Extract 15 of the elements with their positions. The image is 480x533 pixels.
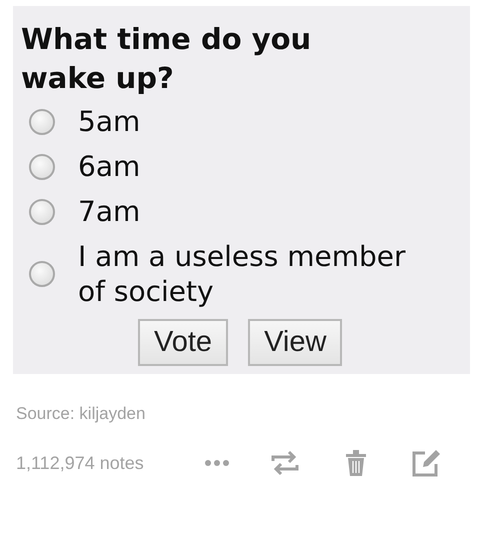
radio-button[interactable] (29, 154, 55, 180)
trash-icon[interactable] (345, 449, 367, 477)
radio-button[interactable] (29, 108, 55, 134)
view-button[interactable]: View (248, 319, 342, 366)
poll-question: What time do you wake up? (21, 21, 312, 97)
option-label[interactable]: 7am (78, 194, 418, 229)
reblog-icon[interactable] (270, 449, 300, 477)
vote-button[interactable]: Vote (138, 319, 228, 366)
option-label[interactable]: I am a useless member of society (78, 239, 418, 309)
radio-button[interactable] (29, 261, 55, 287)
option-label[interactable]: 5am (78, 104, 418, 139)
option-label[interactable]: 6am (78, 149, 418, 184)
more-icon[interactable] (204, 459, 230, 467)
edit-icon[interactable] (411, 448, 441, 478)
radio-button[interactable] (29, 198, 55, 224)
